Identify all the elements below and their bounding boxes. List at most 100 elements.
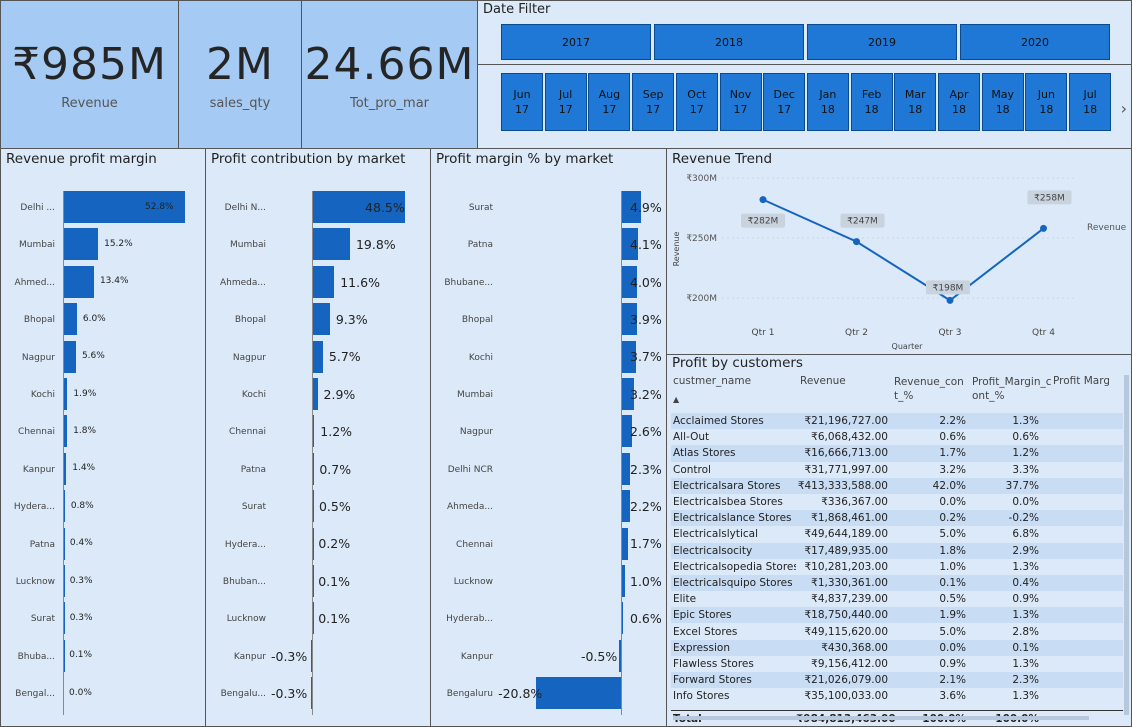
month-button[interactable]: Jan 18 <box>806 73 849 131</box>
data-point[interactable] <box>946 296 954 304</box>
month-button[interactable]: Apr 18 <box>938 73 980 131</box>
customer-name-cell: Electricalsopedia Stores <box>673 560 796 573</box>
table-row[interactable]: Control ₹31,771,997.00 3.2% 3.3% <box>671 462 1123 478</box>
table-row[interactable]: Excel Stores ₹49,115,620.00 5.0% 2.8% <box>671 623 1123 639</box>
category-label: Lucknow <box>453 577 493 587</box>
col-header-customer[interactable]: custmer_name ▲ <box>671 373 796 413</box>
bar[interactable] <box>621 527 628 560</box>
table-row[interactable]: Electricalsopedia Stores ₹10,281,203.00 1.… <box>671 559 1123 575</box>
table-row[interactable]: Acclaimed Stores ₹21,196,727.00 2.2% 1.3% <box>671 413 1123 430</box>
category-label: Bhopal <box>234 315 266 326</box>
month-button[interactable]: Mar 18 <box>894 73 937 131</box>
table-row[interactable]: All-Out ₹6,068,432.00 0.6% 0.6% <box>671 429 1123 445</box>
month-button[interactable]: Nov 17 <box>719 73 762 131</box>
y-tick-label: ₹200M <box>686 294 717 304</box>
bar[interactable] <box>63 228 99 261</box>
data-point[interactable] <box>1040 224 1047 232</box>
category-label: Kochi <box>468 352 493 363</box>
table-row[interactable]: Atlas Stores ₹16,666,713.00 1.7% 1.2% <box>671 445 1123 462</box>
revenue-cont-cell: 2.1% <box>939 674 966 687</box>
category-label: Chennai <box>229 427 266 438</box>
month-button[interactable]: Oct 17 <box>675 73 718 131</box>
table-row[interactable]: Electricalslytical ₹49,644,189.00 5.0% 6.8% <box>671 526 1123 542</box>
data-point[interactable] <box>759 196 767 204</box>
month-button[interactable]: Jun 17 <box>501 73 543 131</box>
table-row[interactable]: Electricalsbea Stores ₹336,367.00 0.0% 0.0% <box>671 494 1123 510</box>
customer-name-cell: Epic Stores <box>673 609 732 622</box>
bar[interactable] <box>621 452 631 485</box>
data-label: -0.3% <box>271 685 308 701</box>
month-button[interactable]: Jul 18 <box>1069 73 1112 131</box>
year-button[interactable]: 2020 <box>960 24 1110 60</box>
data-label: 3.7% <box>630 349 662 365</box>
table-row[interactable]: Electricalsocity ₹17,489,935.00 1.8% 2.9% <box>671 542 1123 559</box>
category-label: Lucknow <box>226 614 266 625</box>
table-row[interactable]: Info Stores ₹35,100,033.00 3.6% 1.3% <box>671 688 1123 704</box>
bar[interactable] <box>63 265 94 298</box>
data-label: 0.5% <box>318 498 351 514</box>
profit-margin-cont-cell: 37.7% <box>1005 479 1039 492</box>
month-button[interactable]: Feb 18 <box>850 73 893 131</box>
data-label: 0.3% <box>69 612 93 623</box>
month-button[interactable]: May 18 <box>981 73 1024 131</box>
category-label: Kanpur <box>460 651 493 662</box>
data-point[interactable] <box>853 238 860 246</box>
table-row[interactable]: Electricalsara Stores ₹413,333,588.00 42.0… <box>671 477 1123 494</box>
month-year: 18 <box>864 103 879 116</box>
table-row[interactable]: Forward Stores ₹21,026,079.00 2.1% 2.3% <box>671 672 1123 689</box>
customer-name-cell: Electricalsbea Stores <box>673 496 783 509</box>
col-header-revenue[interactable]: Revenue <box>796 373 888 413</box>
month-button[interactable]: Dec 17 <box>763 73 806 131</box>
bar[interactable] <box>63 303 77 336</box>
y-tick-label: ₹300M <box>686 174 717 184</box>
table-row[interactable]: Electricalslance Stores ₹1,868,461.00 0.2%… <box>671 510 1123 527</box>
kpi-label: Tot_pro_mar <box>349 95 430 111</box>
bar[interactable] <box>621 490 630 523</box>
month-button[interactable]: Jul 17 <box>544 73 587 131</box>
table-row[interactable]: Electricalsquipo Stores ₹1,330,361.00 0.1%… <box>671 574 1123 592</box>
horizontal-scrollbar[interactable] <box>673 716 1089 720</box>
bar[interactable] <box>63 340 76 373</box>
col-header-profit-margin-cont[interactable]: Profit_Margin_c ont_% <box>966 373 1052 413</box>
customer-name-cell: Electricalsquipo Stores <box>673 576 793 589</box>
category-label: Nagpur <box>21 352 55 363</box>
month-button[interactable]: Aug 17 <box>588 73 631 131</box>
year-button[interactable]: 2018 <box>654 24 804 60</box>
profit-contribution-panel: Profit contribution by market Delhi N...… <box>205 148 431 727</box>
col-header-profit-margin[interactable]: Profit Marg <box>1039 373 1109 413</box>
col-header-revenue-cont[interactable]: Revenue_con t_% <box>888 373 966 413</box>
customer-name-cell: Control <box>673 463 711 476</box>
data-label: 0.1% <box>318 573 350 589</box>
month-button[interactable]: Jun 18 <box>1025 73 1068 131</box>
profit-margin-cont-cell: 2.9% <box>1012 544 1039 557</box>
bar[interactable] <box>536 677 621 710</box>
year-button[interactable]: 2017 <box>501 24 651 60</box>
month-button[interactable]: Sep 17 <box>632 73 675 131</box>
customer-name-cell: Flawless Stores <box>673 657 754 670</box>
data-label: 11.6% <box>340 274 380 290</box>
table-row[interactable]: Flawless Stores ₹9,156,412.00 0.9% 1.3% <box>671 656 1123 672</box>
month-label: Jul <box>1083 88 1097 101</box>
kpi-profit-margin-card: 24.66M Tot_pro_mar <box>301 0 478 149</box>
kpi-sales-qty-card: 2M sales_qty <box>178 0 302 149</box>
bar[interactable] <box>312 340 323 373</box>
bar[interactable] <box>312 265 335 298</box>
data-label: 15.2% <box>104 238 133 249</box>
x-axis-label: Quarter <box>892 342 924 351</box>
table-row[interactable]: Elite ₹4,837,239.00 0.5% 0.9% <box>671 591 1123 607</box>
vertical-scrollbar[interactable] <box>1124 375 1129 715</box>
category-label: Lucknow <box>15 577 55 587</box>
category-label: Hyderab... <box>446 614 493 625</box>
data-label: 0.7% <box>319 461 352 477</box>
customer-name-cell: Atlas Stores <box>673 447 736 460</box>
chevron-right-icon[interactable]: › <box>1121 99 1127 118</box>
table-row[interactable]: Expression ₹430,368.00 0.0% 0.1% <box>671 639 1123 656</box>
bar[interactable] <box>312 303 330 336</box>
year-button[interactable]: 2019 <box>807 24 957 60</box>
category-label: Patna <box>467 240 493 251</box>
data-label: 0.2% <box>318 536 351 552</box>
data-label: ₹258M <box>1034 193 1065 203</box>
table-row[interactable]: Epic Stores ₹18,750,440.00 1.9% 1.3% <box>671 607 1123 624</box>
bar[interactable] <box>312 228 350 261</box>
data-label: 1.4% <box>72 463 96 474</box>
